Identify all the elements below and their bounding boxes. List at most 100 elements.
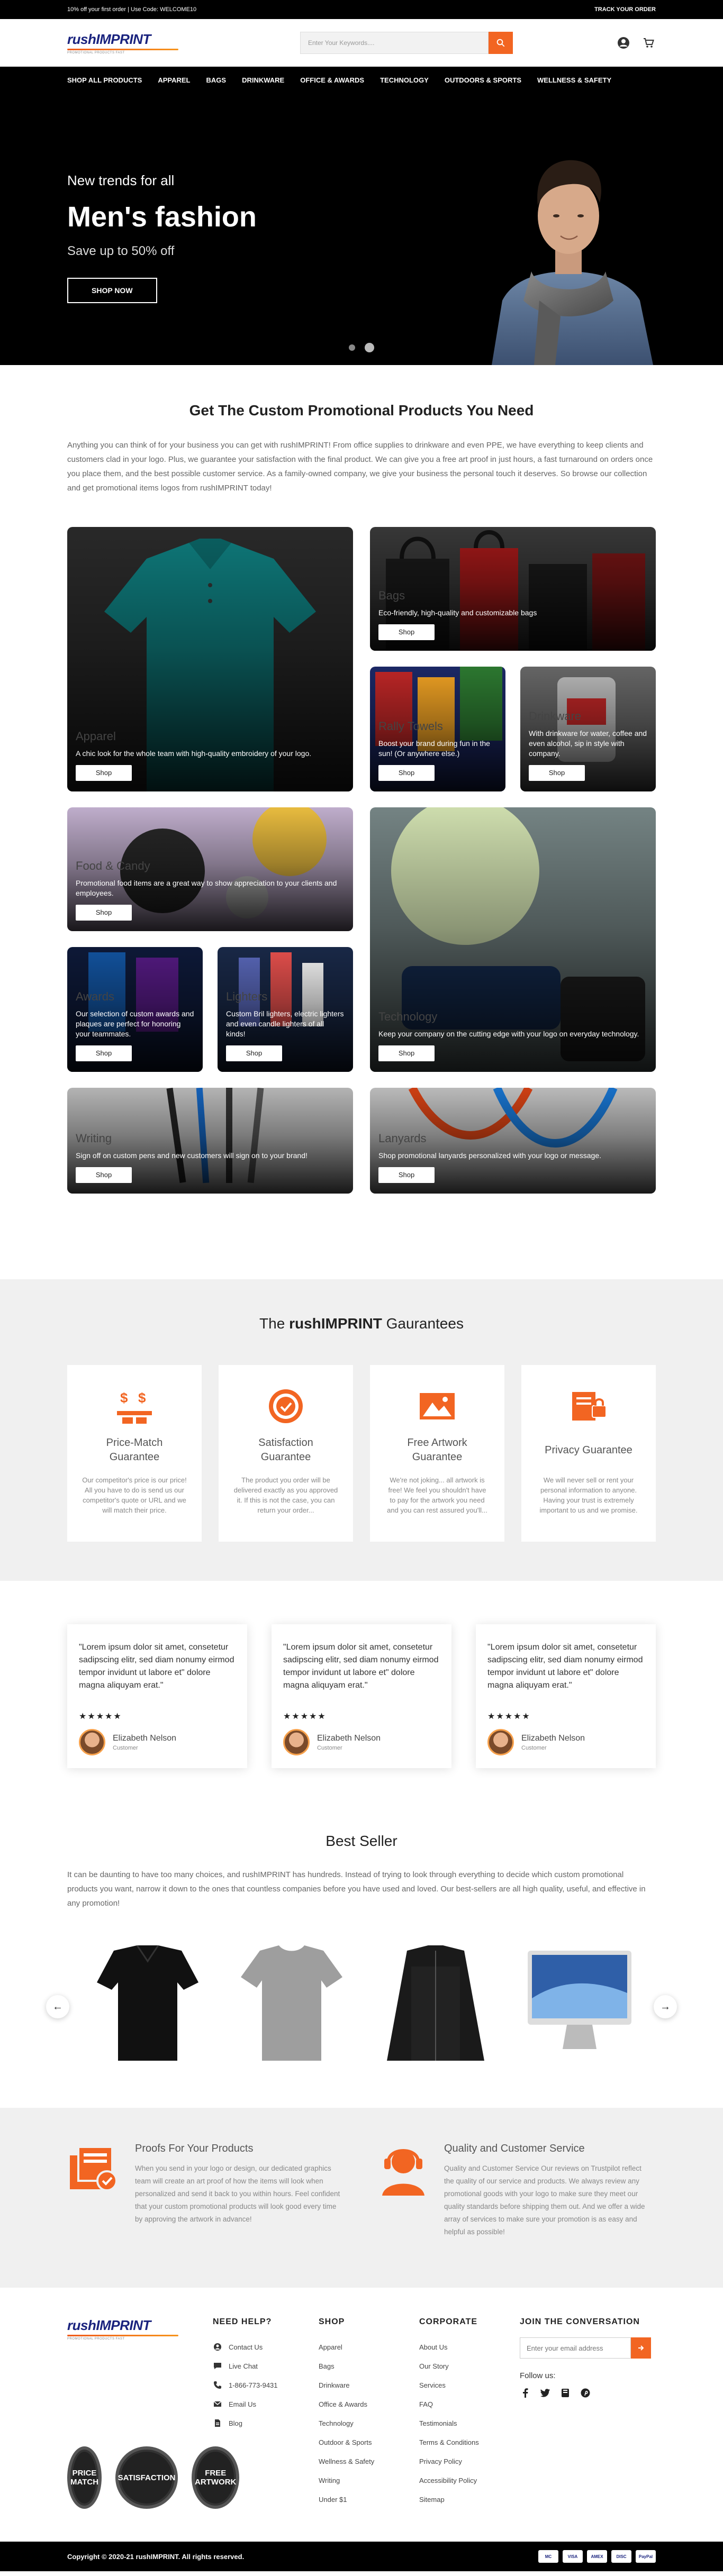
shop-button[interactable]: Shop (76, 1045, 132, 1061)
product-card-tshirt[interactable] (237, 1945, 347, 2061)
shop-button[interactable]: Shop (378, 1045, 435, 1061)
track-order-link[interactable]: TRACK YOUR ORDER (594, 6, 656, 13)
category-tile-bags[interactable]: Bags Eco-friendly, high-quality and cust… (370, 527, 656, 651)
footer-blog[interactable]: Blog (213, 2414, 319, 2433)
category-tile-lighters[interactable]: Lighters Custom Bril lighters, electric … (218, 947, 353, 1072)
footer-shop-link[interactable]: Wellness & Safety (319, 2452, 419, 2471)
guarantee-card-price-match: $ $ Price-Match Guarantee Our competitor… (67, 1365, 202, 1542)
nav-wellness-safety[interactable]: WELLNESS & SAFETY (537, 76, 611, 84)
category-tile-food-candy[interactable]: Food & Candy Promotional food items are … (67, 807, 353, 931)
search-input[interactable] (300, 32, 489, 54)
nav-drinkware[interactable]: DRINKWARE (242, 76, 284, 84)
chat-icon (214, 2363, 221, 2369)
category-tile-lanyards[interactable]: Lanyards Shop promotional lanyards perso… (370, 1088, 656, 1194)
guarantees-section: The rushIMPRINT Gaurantees $ $ Price-Mat… (0, 1279, 723, 1581)
tile-description: With drinkware for water, coffee and eve… (529, 729, 647, 758)
tile-title: Drinkware (529, 709, 582, 723)
footer-shop-link[interactable]: Bags (319, 2356, 419, 2375)
account-button[interactable] (617, 36, 630, 50)
category-tile-technology[interactable]: Technology Keep your company on the cutt… (370, 807, 656, 1072)
footer-shop-link[interactable]: Writing (319, 2471, 419, 2490)
shop-button[interactable]: Shop (378, 624, 435, 640)
best-seller-intro: It can be daunting to have too many choi… (67, 1870, 646, 1908)
footer-shop-link[interactable]: Drinkware (319, 2375, 419, 2395)
cart-button[interactable] (642, 36, 656, 50)
shop-button[interactable]: Shop (378, 765, 435, 781)
nav-technology[interactable]: TECHNOLOGY (380, 76, 429, 84)
nav-outdoors-sports[interactable]: OUTDOORS & SPORTS (445, 76, 521, 84)
twitter-link[interactable] (540, 2388, 550, 2398)
pinterest-link[interactable] (580, 2388, 591, 2398)
site-header: rushIMPRINT PROMOTIONAL PRODUCTS FAST (0, 19, 723, 67)
footer-contact-us[interactable]: Contact Us (213, 2337, 319, 2356)
product-card-leather-jacket[interactable] (381, 1945, 491, 2061)
footer-shop-link[interactable]: Apparel (319, 2337, 419, 2356)
footer-shop-link[interactable]: Office & Awards (319, 2395, 419, 2414)
reviewer-role: Customer (113, 1744, 138, 1751)
newsletter-email-input[interactable] (520, 2337, 631, 2359)
footer-corporate-link[interactable]: Accessibility Policy (419, 2471, 520, 2490)
avatar (283, 1729, 310, 1755)
nav-office-awards[interactable]: OFFICE & AWARDS (300, 76, 364, 84)
guarantee-text: The product you order will be delivered … (233, 1476, 338, 1514)
category-tile-drinkware[interactable]: Drinkware With drinkware for water, coff… (520, 667, 656, 791)
tile-description: A chic look for the whole team with high… (76, 749, 312, 758)
footer-shop-link[interactable]: Outdoor & Sports (319, 2433, 419, 2452)
pinterest-icon (581, 2388, 590, 2398)
shop-now-button[interactable]: SHOP NOW (67, 278, 157, 303)
logo-word-rush: rush (67, 31, 96, 47)
nav-shop-all[interactable]: SHOP ALL PRODUCTS (67, 76, 142, 84)
footer-email[interactable]: Email Us (213, 2395, 319, 2414)
proof-layers-icon (70, 2146, 118, 2191)
footer-corporate-link[interactable]: Privacy Policy (419, 2452, 520, 2471)
footer-shop-link[interactable]: Under $1 (319, 2490, 419, 2509)
hero-subtitle: Save up to 50% off (67, 244, 175, 258)
shop-button[interactable]: Shop (76, 1167, 132, 1183)
guarantee-title: Price-Match Guarantee (106, 1437, 163, 1463)
tile-description: Boost your brand during fun in the sun! … (378, 739, 490, 758)
slider-dot-2[interactable] (365, 343, 374, 352)
proofs-section: Proofs For Your Products When you send i… (0, 2108, 723, 2288)
category-tile-apparel[interactable]: Apparel A chic look for the whole team w… (67, 527, 353, 791)
newsletter-submit-button[interactable] (631, 2337, 651, 2359)
footer-live-chat[interactable]: Live Chat (213, 2356, 319, 2375)
footer-corporate-link[interactable]: Testimonials (419, 2414, 520, 2433)
footer-shop-link[interactable]: Technology (319, 2414, 419, 2433)
nav-apparel[interactable]: APPAREL (158, 76, 190, 84)
footer-corporate-link[interactable]: Services (419, 2375, 520, 2395)
product-card-imac[interactable] (525, 1945, 635, 2061)
site-logo[interactable]: rushIMPRINT PROMOTIONAL PRODUCTS FAST (67, 31, 194, 54)
phone-icon (214, 2381, 221, 2389)
carousel-prev-button[interactable]: ← (46, 1995, 69, 2018)
shop-button[interactable]: Shop (529, 765, 585, 781)
facebook-link[interactable] (520, 2388, 530, 2398)
footer-corporate-link[interactable]: Our Story (419, 2356, 520, 2375)
footer-logo[interactable]: rushIMPRINT PROMOTIONAL PRODUCTS FAST (67, 2317, 194, 2341)
nav-bags[interactable]: BAGS (206, 76, 227, 84)
carousel-next-button[interactable]: → (654, 1995, 677, 2018)
search-button[interactable] (489, 32, 513, 54)
testimonials-section: "Lorem ipsum dolor sit amet, consetetur … (0, 1581, 723, 1829)
product-card-womens-polo[interactable] (93, 1945, 203, 2061)
shop-button[interactable]: Shop (76, 765, 132, 781)
footer-phone[interactable]: 1-866-773-9431 (213, 2375, 319, 2395)
payment-methods: MC VISA AMEX DISC PayPal (538, 2550, 656, 2563)
mastercard-icon: MC (538, 2550, 558, 2563)
instagram-link[interactable] (560, 2388, 571, 2398)
footer-corporate-link[interactable]: Terms & Conditions (419, 2433, 520, 2452)
category-tile-awards[interactable]: Awards Our selection of custom awards an… (67, 947, 203, 1072)
top-promo-bar: 10% off your first order | Use Code: WEL… (0, 0, 723, 19)
category-tile-rally-towels[interactable]: Rally Towels Boost your brand during fun… (370, 667, 505, 791)
shop-button[interactable]: Shop (76, 905, 132, 921)
logo-word-rush: rush (67, 2317, 96, 2333)
twitter-icon (540, 2389, 550, 2397)
shop-button[interactable]: Shop (226, 1045, 282, 1061)
quality-title: Quality and Customer Service (444, 2143, 585, 2154)
best-seller-title: Best Seller (326, 1833, 397, 1849)
category-tile-writing[interactable]: Writing Sign off on custom pens and new … (67, 1088, 353, 1194)
footer-corporate-link[interactable]: Sitemap (419, 2490, 520, 2509)
shop-button[interactable]: Shop (378, 1167, 435, 1183)
footer-corporate-link[interactable]: FAQ (419, 2395, 520, 2414)
footer-corporate-link[interactable]: About Us (419, 2337, 520, 2356)
slider-dot-1[interactable] (349, 344, 355, 351)
